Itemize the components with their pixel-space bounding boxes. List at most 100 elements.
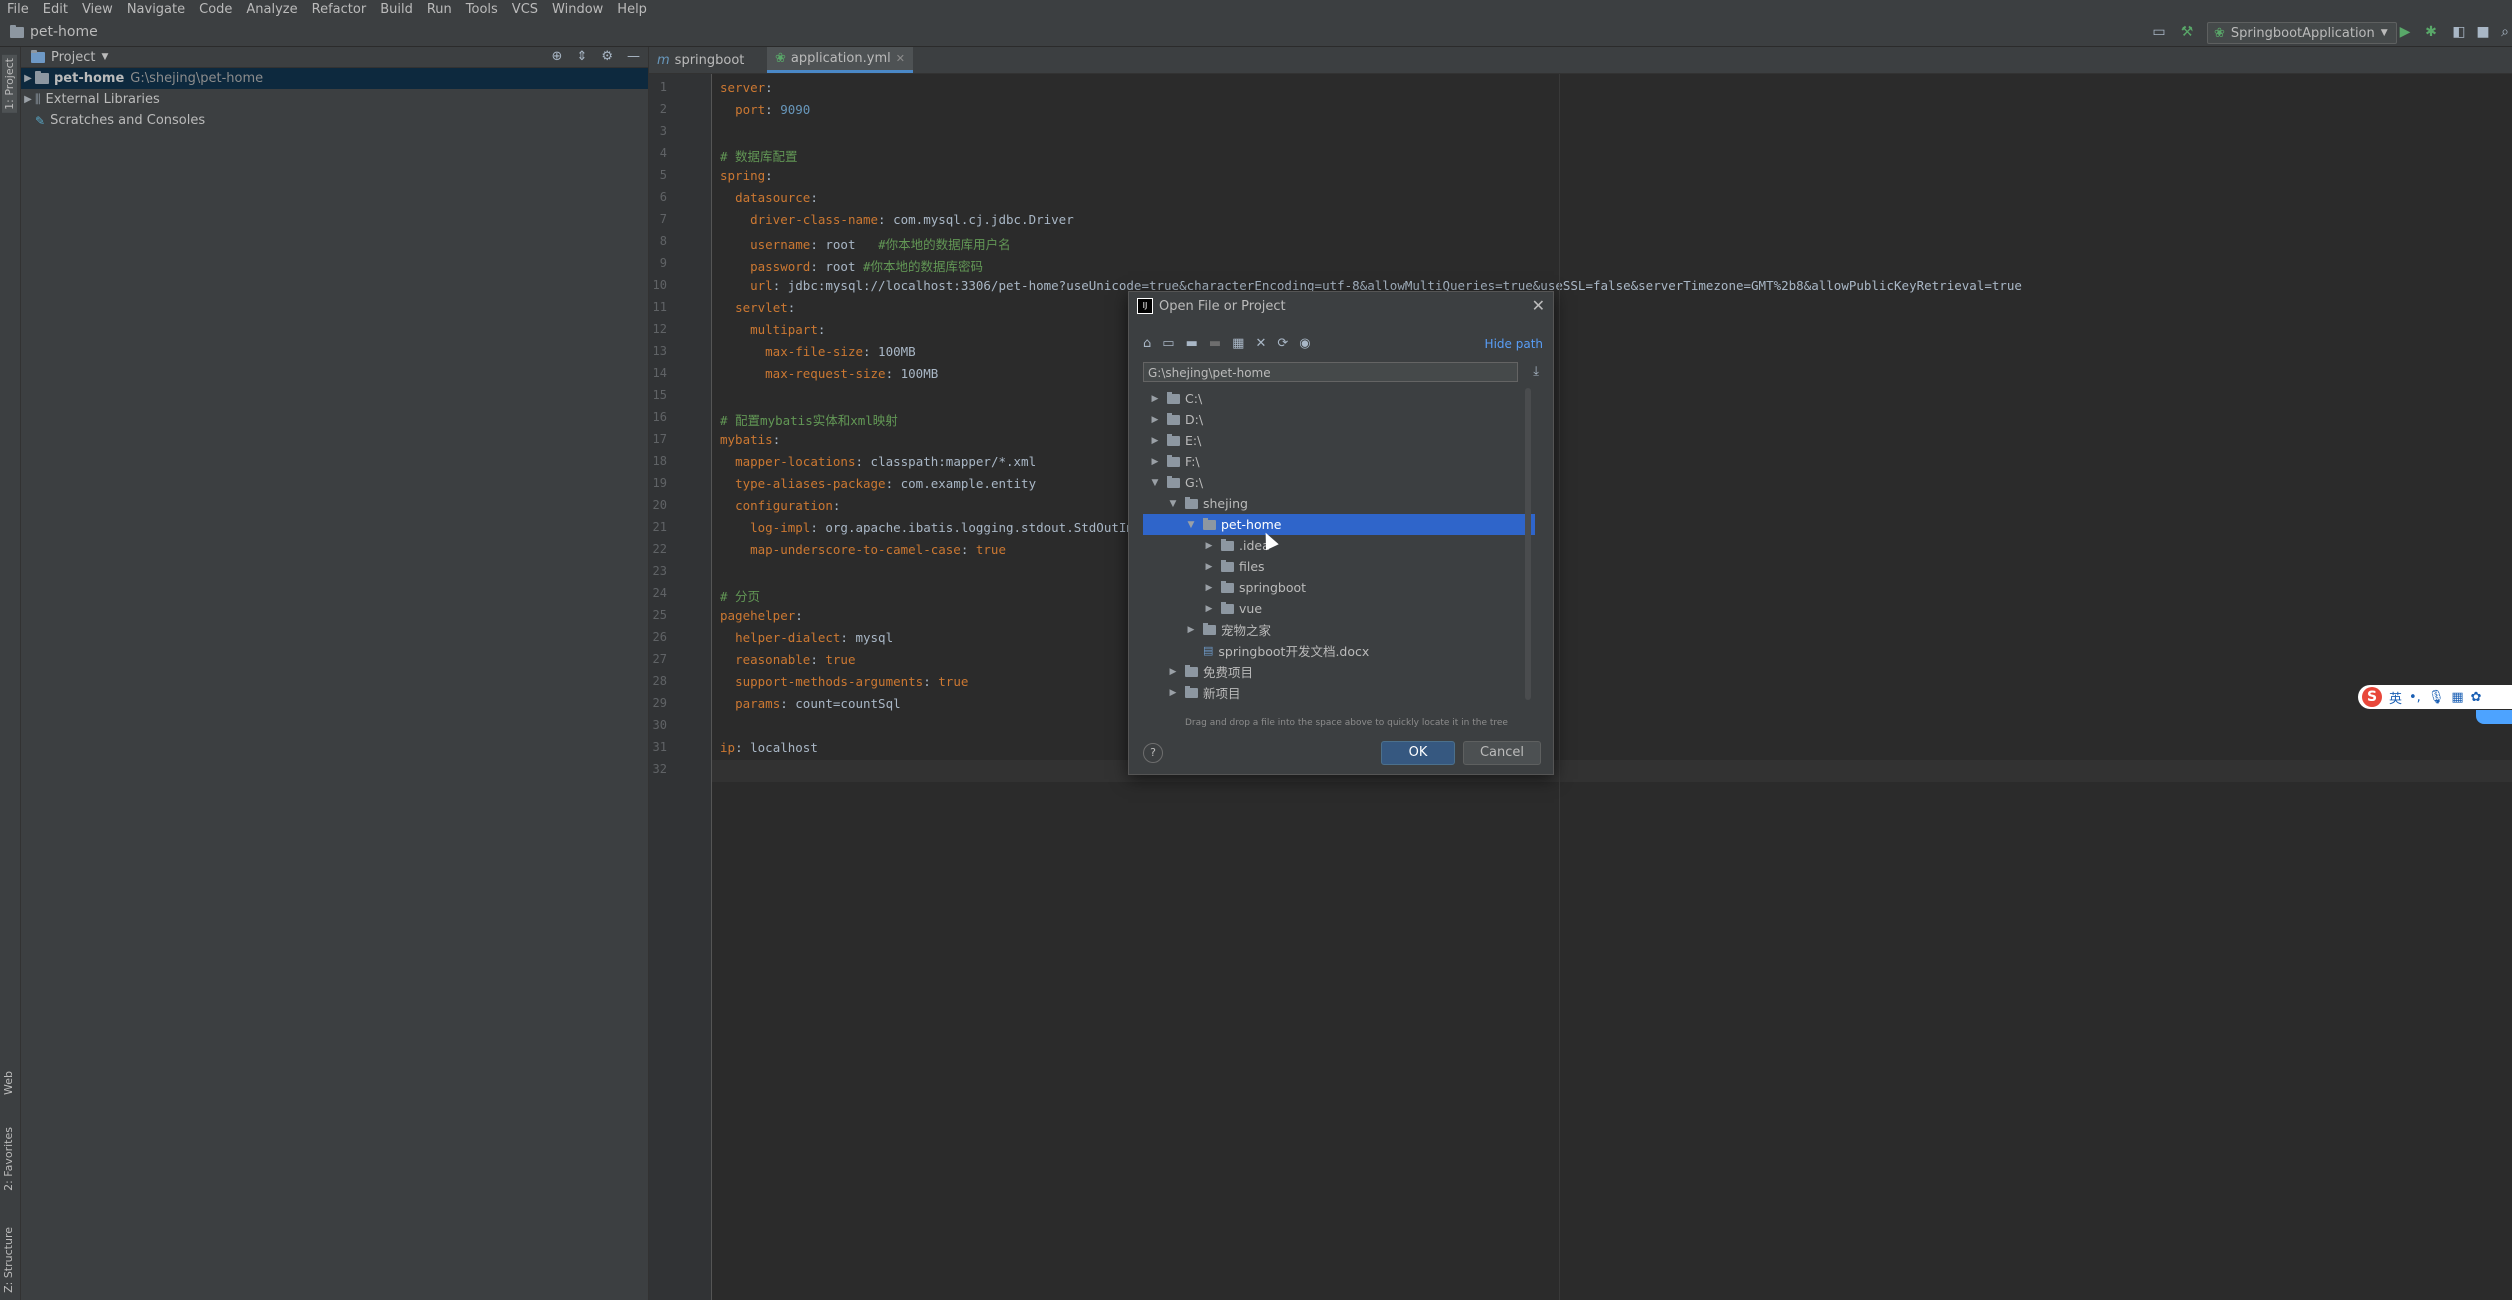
project-view-select[interactable]: Project — [51, 50, 95, 65]
run-config-select[interactable]: ❀ SpringbootApplication ▼ — [2207, 22, 2397, 44]
close-icon[interactable]: ✕ — [896, 52, 905, 65]
chevron-right-icon[interactable]: ▶ — [1149, 415, 1161, 425]
code-line[interactable]: mybatis: — [720, 432, 780, 447]
stop-icon[interactable]: ■ — [2474, 23, 2492, 41]
build-hammer-icon[interactable]: ⚒ — [2178, 23, 2196, 41]
code-line[interactable]: support-methods-arguments: true — [720, 674, 968, 689]
menu-item-build[interactable]: Build — [373, 2, 420, 17]
dialog-tree-item[interactable]: ▶ .idea — [1143, 535, 1535, 556]
menu-item-help[interactable]: Help — [610, 2, 654, 17]
chevron-right-icon[interactable]: ▶ — [1149, 394, 1161, 404]
menu-item-analyze[interactable]: Analyze — [239, 2, 304, 17]
menu-item-file[interactable]: File — [0, 2, 36, 17]
code-line[interactable]: # 配置mybatis实体和xml映射 — [720, 410, 898, 429]
delete-icon[interactable]: ✕ — [1255, 336, 1266, 351]
search-everywhere-icon[interactable]: ⌕ — [2496, 23, 2512, 41]
ime-toolbar[interactable]: S 英 •, 🎙 ▦ ✿ — [2358, 685, 2512, 709]
tab-springboot[interactable]: m springboot — [649, 47, 752, 73]
dialog-tree-item[interactable]: ▶ files — [1143, 556, 1535, 577]
dialog-tree-item[interactable]: ▶ 新项目 — [1143, 682, 1535, 700]
chevron-down-icon[interactable]: ▼ — [1149, 478, 1161, 488]
dialog-tree-item[interactable]: ▶ 免费项目 — [1143, 661, 1535, 682]
code-line[interactable]: driver-class-name: com.mysql.cj.jdbc.Dri… — [720, 212, 1074, 227]
tab-structure[interactable]: Z: Structure — [2, 1227, 15, 1293]
tree-item-scratches[interactable]: ✎ Scratches and Consoles — [21, 110, 648, 131]
code-line[interactable]: ip: localhost — [720, 740, 818, 755]
menu-item-edit[interactable]: Edit — [36, 2, 75, 17]
chevron-right-icon[interactable]: ▶ — [1203, 541, 1215, 551]
debug-icon[interactable]: ✱ — [2422, 23, 2440, 41]
chevron-right-icon[interactable]: ▶ — [1149, 436, 1161, 446]
dialog-tree-item[interactable]: ▶ F:\ — [1143, 451, 1535, 472]
show-hidden-icon[interactable]: ◉ — [1299, 336, 1310, 351]
menu-item-view[interactable]: View — [75, 2, 120, 17]
dialog-tree-item[interactable]: ▶ C:\ — [1143, 388, 1535, 409]
dialog-tree-item[interactable]: ▼ G:\ — [1143, 472, 1535, 493]
run-icon[interactable]: ▶ — [2396, 23, 2414, 41]
dialog-tree-item[interactable]: ▶ 宠物之家 — [1143, 619, 1535, 640]
skin-icon[interactable]: ✿ — [2471, 690, 2482, 705]
menu-item-refactor[interactable]: Refactor — [305, 2, 374, 17]
collapse-icon[interactable]: ⇕ — [576, 49, 587, 64]
code-line[interactable]: username: root #你本地的数据库用户名 — [720, 234, 1011, 253]
desktop-icon[interactable]: ▭ — [1162, 336, 1174, 351]
code-line[interactable]: multipart: — [720, 322, 825, 337]
code-line[interactable]: helper-dialect: mysql — [720, 630, 893, 645]
code-line[interactable]: max-request-size: 100MB — [720, 366, 938, 381]
keyboard-icon[interactable]: ▦ — [2451, 690, 2463, 705]
dialog-tree-item[interactable]: ▼ shejing — [1143, 493, 1535, 514]
chevron-down-icon[interactable]: ▼ — [1167, 499, 1179, 509]
code-line[interactable]: password: root #你本地的数据库密码 — [720, 256, 983, 275]
microphone-icon[interactable]: 🎙 — [2428, 690, 2445, 705]
code-line[interactable]: port: 9090 — [720, 102, 810, 117]
home-icon[interactable]: ⌂ — [1143, 336, 1151, 351]
layout-icon[interactable]: ▭ — [2150, 23, 2168, 41]
chevron-right-icon[interactable]: ▶ — [21, 94, 35, 105]
menu-item-code[interactable]: Code — [192, 2, 239, 17]
chevron-down-icon[interactable]: ▼ — [101, 52, 108, 62]
project-folder-icon[interactable]: ▬ — [1186, 336, 1198, 351]
chevron-right-icon[interactable]: ▶ — [1149, 457, 1161, 467]
refresh-icon[interactable]: ⟳ — [1277, 336, 1288, 351]
code-line[interactable]: mapper-locations: classpath:mapper/*.xml — [720, 454, 1036, 469]
code-line[interactable]: map-underscore-to-camel-case: true — [720, 542, 1006, 557]
code-line[interactable]: spring: — [720, 168, 773, 183]
help-button[interactable]: ? — [1143, 743, 1163, 763]
chevron-right-icon[interactable]: ▶ — [1203, 604, 1215, 614]
chevron-right-icon[interactable]: ▶ — [1203, 583, 1215, 593]
tab-project[interactable]: 1: Project — [2, 55, 17, 113]
cancel-button[interactable]: Cancel — [1463, 741, 1541, 765]
tree-scrollbar[interactable] — [1525, 388, 1531, 700]
menu-item-run[interactable]: Run — [420, 2, 459, 17]
menu-item-window[interactable]: Window — [545, 2, 610, 17]
tab-web[interactable]: Web — [2, 1071, 15, 1095]
path-input[interactable]: G:\shejing\pet-home — [1143, 362, 1518, 382]
code-line[interactable]: max-file-size: 100MB — [720, 344, 916, 359]
gear-icon[interactable]: ⚙ — [601, 49, 613, 64]
dialog-tree-item[interactable]: ▶ springboot — [1143, 577, 1535, 598]
close-icon[interactable]: ✕ — [1532, 296, 1545, 315]
tree-item-external-libraries[interactable]: ▶ ⫼ External Libraries — [21, 89, 648, 110]
code-line[interactable]: pagehelper: — [720, 608, 803, 623]
chevron-right-icon[interactable]: ▶ — [1185, 625, 1197, 635]
tab-application-yml[interactable]: ❀ application.yml ✕ — [767, 47, 913, 73]
code-line[interactable]: servlet: — [720, 300, 795, 315]
minimize-icon[interactable]: — — [627, 49, 640, 64]
chevron-right-icon[interactable]: ▶ — [1203, 562, 1215, 572]
chevron-right-icon[interactable]: ▶ — [1167, 688, 1179, 698]
dialog-tree-item[interactable]: ▤ springboot开发文档.docx — [1143, 640, 1535, 661]
chevron-right-icon[interactable]: ▶ — [1167, 667, 1179, 677]
code-line[interactable]: server: — [720, 80, 773, 95]
dialog-tree-item[interactable]: ▶ D:\ — [1143, 409, 1535, 430]
code-line[interactable]: reasonable: true — [720, 652, 855, 667]
menu-item-vcs[interactable]: VCS — [505, 2, 545, 17]
dialog-tree-item[interactable]: ▼ pet-home — [1143, 514, 1535, 535]
chevron-right-icon[interactable]: ▶ — [21, 73, 35, 84]
code-line[interactable]: # 分页 — [720, 586, 760, 605]
code-line[interactable]: datasource: — [720, 190, 818, 205]
new-folder-icon[interactable]: ▦ — [1232, 336, 1244, 351]
ok-button[interactable]: OK — [1381, 741, 1455, 765]
tab-favorites[interactable]: 2: Favorites — [2, 1127, 15, 1191]
coverage-icon[interactable]: ◧ — [2450, 23, 2468, 41]
code-line[interactable]: # 数据库配置 — [720, 146, 798, 165]
